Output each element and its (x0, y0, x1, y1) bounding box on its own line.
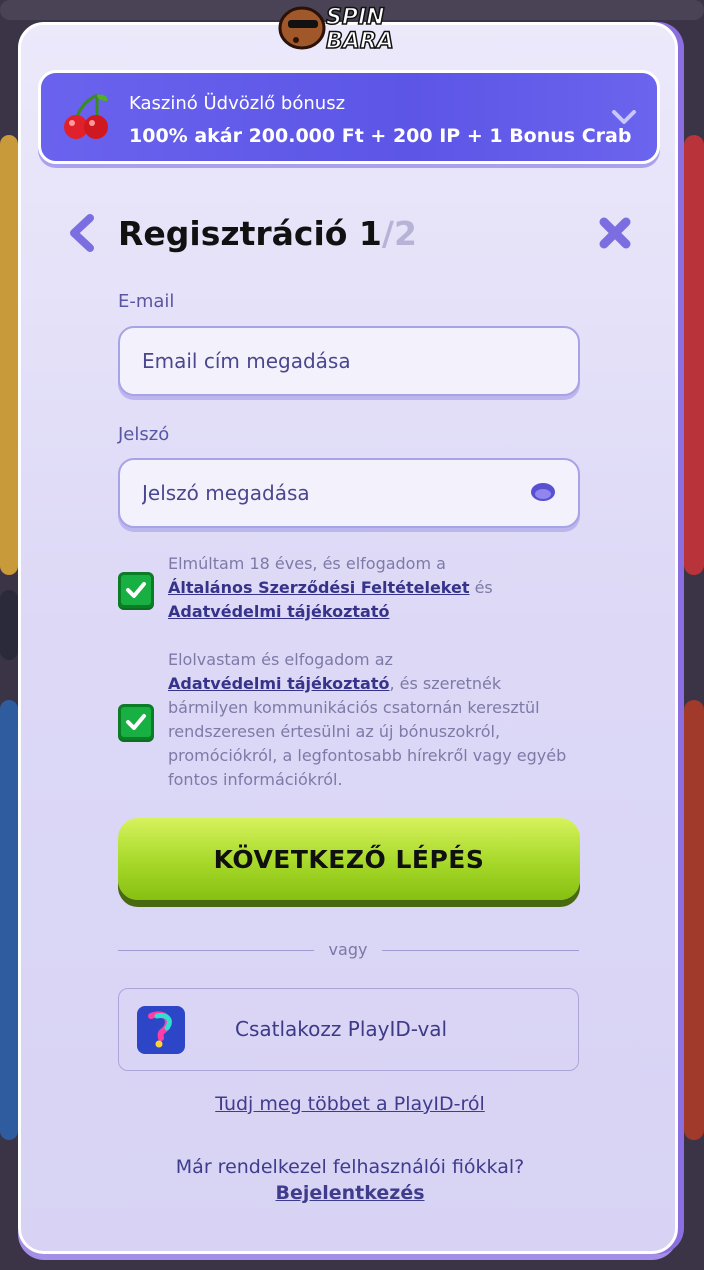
next-step-button[interactable]: KÖVETKEZŐ LÉPÉS (118, 818, 580, 900)
divider-label: vagy (328, 940, 368, 959)
playid-button[interactable]: Csatlakozz PlayID-val (118, 988, 579, 1071)
bonus-title: Kaszinó Üdvözlő bónusz (129, 93, 346, 114)
password-field[interactable] (118, 458, 580, 528)
background-tile (684, 700, 704, 1140)
background-tile (0, 700, 18, 1140)
title-step: Regisztráció 1 (118, 214, 382, 253)
background-tile (0, 590, 18, 660)
terms-link[interactable]: Általános Szerződési Feltételeket (168, 578, 470, 597)
cherry-icon (64, 93, 108, 139)
show-password-icon[interactable] (530, 480, 556, 504)
marketing-consent-checkbox[interactable] (118, 704, 154, 740)
playid-label: Csatlakozz PlayID-val (235, 1017, 448, 1041)
divider-left (118, 950, 314, 951)
close-icon[interactable] (598, 216, 632, 250)
welcome-bonus-banner[interactable]: Kaszinó Üdvözlő bónusz 100% akár 200.000… (38, 70, 660, 164)
consent1-text-b: és (469, 578, 493, 597)
checkmark-icon (126, 714, 146, 730)
bonus-offer: 100% akár 200.000 Ft + 200 IP + 1 Bonus … (129, 125, 632, 147)
playid-learn-more-link[interactable]: Tudj meg többet a PlayID-ról (0, 1093, 700, 1115)
svg-text:SPIN: SPIN (326, 5, 385, 30)
login-link[interactable]: Bejelentkezés (0, 1182, 700, 1204)
playid-icon (137, 1006, 185, 1054)
email-label: E-mail (118, 291, 175, 312)
privacy-link-2[interactable]: Adatvédelmi tájékoztató (168, 674, 389, 693)
password-label: Jelszó (118, 424, 170, 445)
email-field[interactable] (118, 326, 580, 396)
privacy-link[interactable]: Adatvédelmi tájékoztató (168, 602, 389, 621)
page-title: Regisztráció 1/2 (118, 214, 417, 253)
divider-right (382, 950, 579, 951)
marketing-consent-text: Elolvastam és elfogadom az Adatvédelmi t… (168, 648, 578, 792)
chevron-down-icon[interactable] (611, 107, 637, 127)
background-tile (684, 135, 704, 575)
svg-text:BARA: BARA (326, 29, 394, 54)
have-account-text: Már rendelkezel felhasználói fiókkal? (175, 1156, 525, 1178)
checkmark-icon (126, 582, 146, 598)
consent2-text-a: Elolvastam és elfogadom az (168, 650, 393, 669)
title-step-total: /2 (381, 214, 417, 253)
background-tile (0, 135, 18, 575)
back-arrow-icon[interactable] (68, 214, 96, 252)
consent1-text-a: Elmúltam 18 éves, és elfogadom a (168, 554, 446, 573)
age-terms-checkbox[interactable] (118, 572, 154, 608)
spinbara-logo: SPIN BARA (278, 4, 395, 54)
age-terms-text: Elmúltam 18 éves, és elfogadom a Általán… (168, 552, 578, 624)
